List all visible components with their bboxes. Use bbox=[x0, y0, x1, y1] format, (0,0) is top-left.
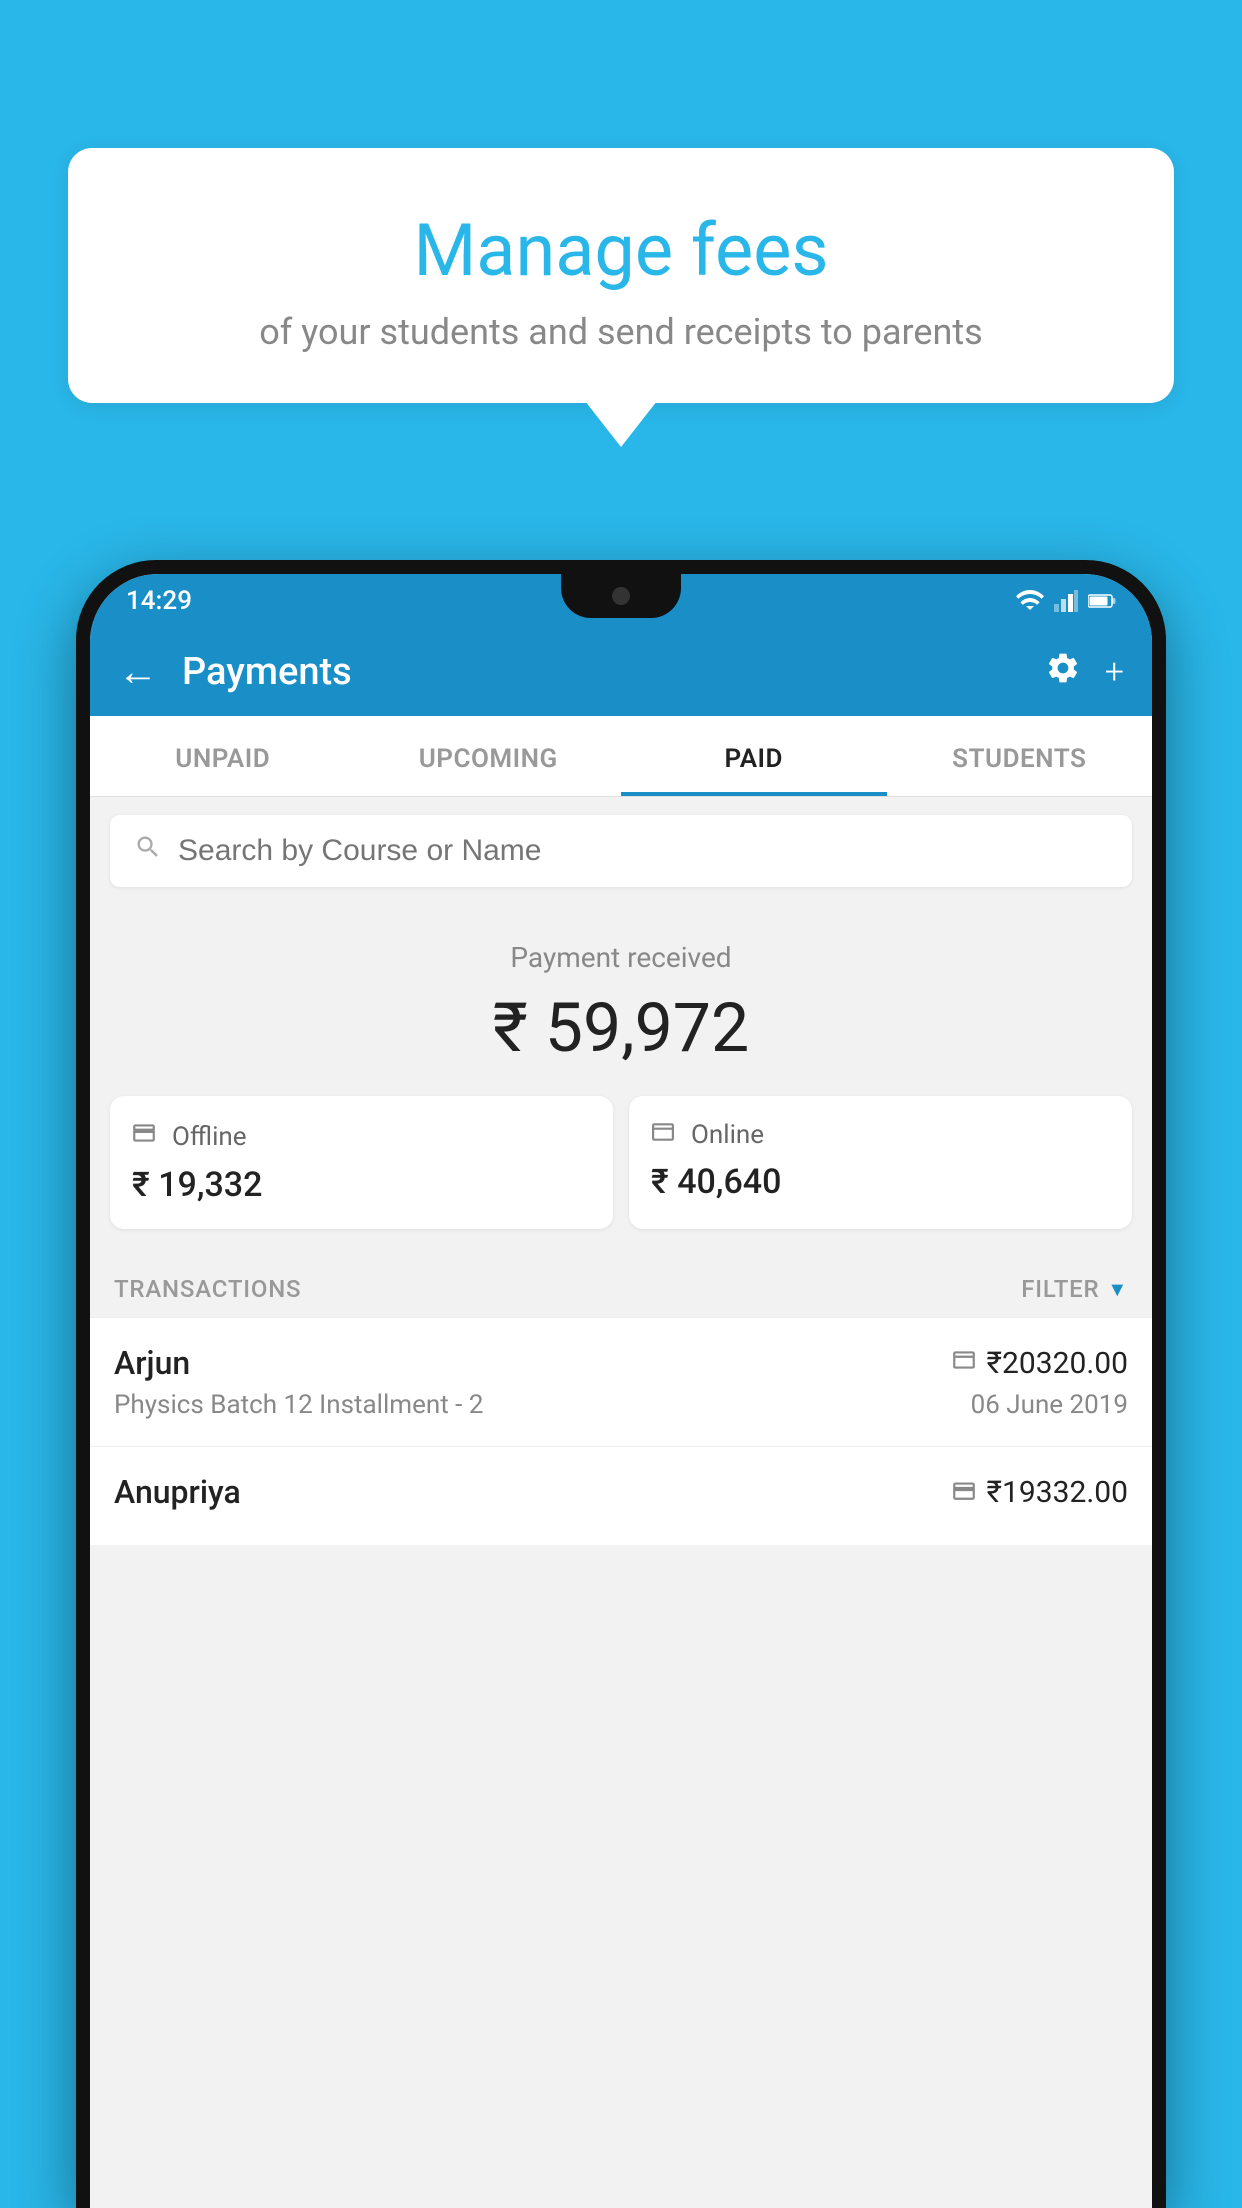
transaction-amount-row: ₹19332.00 bbox=[951, 1475, 1128, 1510]
online-label: Online bbox=[691, 1120, 764, 1150]
offline-label: Offline bbox=[172, 1122, 247, 1152]
tab-paid[interactable]: PAID bbox=[621, 716, 887, 796]
payment-received-amount: ₹ 59,972 bbox=[110, 988, 1132, 1068]
offline-card: Offline ₹ 19,332 bbox=[110, 1096, 613, 1229]
transaction-row-top: Anupriya ₹19332.00 bbox=[114, 1473, 1128, 1511]
status-icons bbox=[1016, 590, 1116, 612]
status-bar: 14:29 bbox=[90, 574, 1152, 628]
phone-frame: 14:29 bbox=[76, 560, 1166, 2208]
online-card: Online ₹ 40,640 bbox=[629, 1096, 1132, 1229]
tab-unpaid[interactable]: UNPAID bbox=[90, 716, 356, 796]
transactions-header: TRANSACTIONS FILTER ▼ bbox=[90, 1257, 1152, 1317]
transaction-date: 06 June 2019 bbox=[971, 1390, 1128, 1420]
online-payment-icon bbox=[951, 1349, 977, 1377]
back-button[interactable]: ← bbox=[118, 652, 158, 692]
offline-card-header: Offline bbox=[130, 1120, 593, 1153]
signal-icon bbox=[1054, 590, 1078, 612]
settings-button[interactable] bbox=[1045, 650, 1081, 695]
speech-bubble: Manage fees of your students and send re… bbox=[68, 148, 1174, 403]
bubble-subtitle: of your students and send receipts to pa… bbox=[108, 311, 1134, 353]
payment-received-section: Payment received ₹ 59,972 bbox=[90, 905, 1152, 1096]
offline-icon bbox=[130, 1120, 158, 1153]
offline-payment-icon bbox=[951, 1478, 977, 1506]
transaction-amount: ₹19332.00 bbox=[987, 1475, 1128, 1510]
phone-inner: 14:29 bbox=[90, 574, 1152, 2208]
transaction-row: Arjun ₹20320.00 Physics Batch 12 Install… bbox=[90, 1317, 1152, 1446]
payment-received-label: Payment received bbox=[110, 941, 1132, 974]
transaction-row-top: Arjun ₹20320.00 bbox=[114, 1344, 1128, 1382]
student-name: Anupriya bbox=[114, 1473, 241, 1511]
phone-notch bbox=[561, 574, 681, 618]
content-area: Payment received ₹ 59,972 Offline ₹ 19,3… bbox=[90, 797, 1152, 1545]
course-info: Physics Batch 12 Installment - 2 bbox=[114, 1390, 483, 1420]
battery-icon bbox=[1088, 593, 1116, 609]
student-name: Arjun bbox=[114, 1344, 190, 1382]
online-card-header: Online bbox=[649, 1120, 1112, 1150]
transaction-amount: ₹20320.00 bbox=[987, 1346, 1128, 1381]
online-icon bbox=[649, 1120, 677, 1150]
payment-cards-row: Offline ₹ 19,332 Online ₹ 40,640 bbox=[90, 1096, 1152, 1257]
app-bar: ← Payments + bbox=[90, 628, 1152, 716]
app-title: Payments bbox=[182, 650, 1021, 694]
online-amount: ₹ 40,640 bbox=[649, 1162, 1112, 1202]
wifi-icon bbox=[1016, 590, 1044, 612]
notch-camera bbox=[612, 587, 630, 605]
filter-button[interactable]: FILTER ▼ bbox=[1021, 1275, 1128, 1303]
transaction-amount-row: ₹20320.00 bbox=[951, 1346, 1128, 1381]
gear-icon bbox=[1045, 650, 1081, 686]
transactions-label: TRANSACTIONS bbox=[114, 1275, 301, 1303]
tab-students[interactable]: STUDENTS bbox=[887, 716, 1153, 796]
tabs-bar: UNPAID UPCOMING PAID STUDENTS bbox=[90, 716, 1152, 797]
filter-icon: ▼ bbox=[1107, 1277, 1128, 1302]
add-button[interactable]: + bbox=[1105, 655, 1124, 689]
transaction-row-bottom: Physics Batch 12 Installment - 2 06 June… bbox=[114, 1390, 1128, 1420]
transaction-row: Anupriya ₹19332.00 bbox=[90, 1446, 1152, 1545]
search-input[interactable] bbox=[178, 834, 1108, 868]
filter-label: FILTER bbox=[1021, 1275, 1099, 1303]
search-bar[interactable] bbox=[110, 815, 1132, 887]
bubble-title: Manage fees bbox=[108, 208, 1134, 293]
offline-amount: ₹ 19,332 bbox=[130, 1165, 593, 1205]
search-icon bbox=[134, 833, 162, 869]
tab-upcoming[interactable]: UPCOMING bbox=[356, 716, 622, 796]
status-time: 14:29 bbox=[126, 586, 192, 616]
